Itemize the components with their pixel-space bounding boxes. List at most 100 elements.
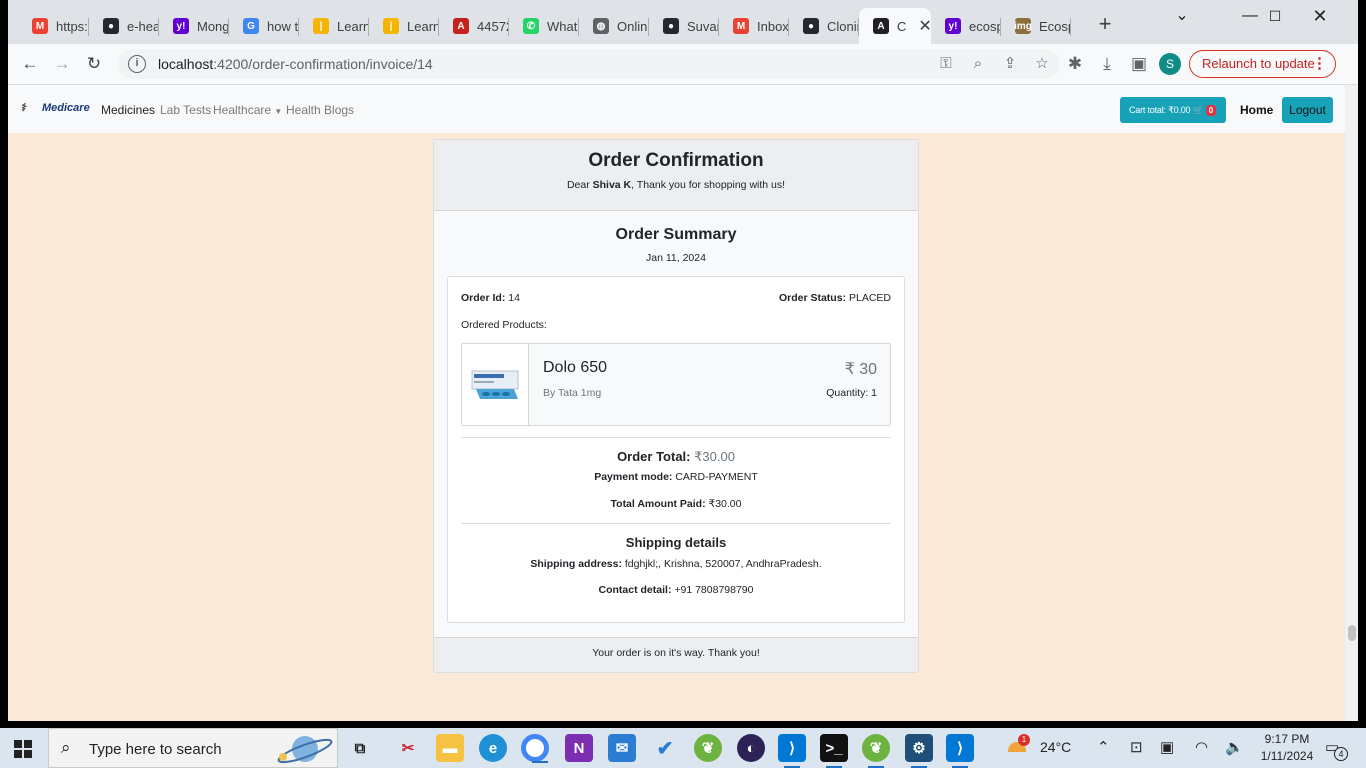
mysql-workbench-icon[interactable]: ⚙ [905, 734, 933, 768]
github-icon: ● [663, 18, 679, 34]
order-details-box: Order Id: 14 Order Status: PLACED Ordere… [447, 276, 905, 623]
security-icon[interactable]: ▣ [1160, 738, 1174, 756]
logout-button[interactable]: Logout [1282, 97, 1333, 123]
browser-tab[interactable]: ✆ What: [509, 12, 579, 40]
cart-count-badge: 0 [1205, 105, 1216, 116]
zoom-icon[interactable]: ⌕ [968, 54, 988, 74]
vscode-icon[interactable]: ⟩ [778, 734, 806, 768]
onenote-icon[interactable]: N [565, 734, 593, 762]
search-highlight-icon [277, 736, 333, 764]
medicine-pack-icon [471, 370, 519, 399]
browser-tab[interactable]: | Learn [369, 12, 439, 40]
task-view-icon[interactable]: ⧉ [346, 734, 374, 762]
weather-widget[interactable]: 1 24°C [1008, 734, 1072, 756]
url-text[interactable]: localhost:4200/order-confirmation/invoic… [158, 56, 433, 72]
close-tab-icon[interactable]: ✕ [918, 16, 931, 36]
new-tab-button[interactable]: + [1093, 12, 1117, 36]
volume-icon[interactable]: 🔈 [1225, 738, 1244, 756]
greeting-prefix: Dear [566, 179, 593, 191]
github-icon: ● [103, 18, 119, 34]
spring-tool-icon[interactable]: ❦ [862, 734, 890, 768]
browser-tab[interactable]: A 44572 [439, 12, 509, 40]
home-link[interactable]: Home [1240, 103, 1273, 117]
weather-sun-icon: 1 [1008, 734, 1030, 756]
share-icon[interactable]: ⇪ [1000, 54, 1020, 74]
vscode-icon[interactable]: ⟩ [946, 734, 974, 768]
address-bar[interactable]: i localhost:4200/order-confirmation/invo… [118, 49, 1060, 79]
gmail-icon: M [32, 18, 48, 34]
nav-health-blogs[interactable]: Health Blogs [286, 103, 354, 117]
card-header: Order Confirmation Dear Shiva K, Thank y… [434, 140, 918, 211]
browser-tab[interactable]: ● Suvar [649, 12, 719, 40]
download-icon[interactable]: ⤓ [1095, 52, 1119, 76]
tab-search-icon[interactable]: ⌄ [1160, 4, 1204, 28]
brand-logo[interactable]: ⚕ Medicare [20, 101, 90, 115]
browser-tab[interactable]: ● e-hea [89, 12, 159, 40]
ordered-products-label: Ordered Products: [461, 319, 547, 331]
order-total-value: ₹30.00 [694, 449, 735, 464]
chrome-icon[interactable] [521, 734, 549, 763]
extensions-icon[interactable]: ✱ [1063, 52, 1087, 76]
meet-now-icon[interactable]: ⊡ [1130, 738, 1143, 756]
profile-avatar[interactable]: S [1159, 53, 1181, 75]
img-icon: img [1014, 18, 1032, 34]
key-icon[interactable]: ⚿ [936, 54, 956, 74]
taskbar-search[interactable]: ⌕ Type here to search [48, 728, 338, 768]
side-panel-icon[interactable]: ▣ [1127, 52, 1151, 76]
taskbar-clock[interactable]: 9:17 PM 1/11/2024 [1252, 731, 1322, 765]
browser-tab[interactable]: ● Clonir [789, 12, 859, 40]
clock-time: 9:17 PM [1264, 732, 1310, 746]
scrollbar-thumb[interactable] [1348, 625, 1356, 641]
tab-label: 44572 [477, 18, 509, 34]
cart-total: Cart total: ₹0.00 [1129, 105, 1191, 115]
edge-icon[interactable]: e [479, 734, 507, 762]
caret-down-icon: ▼ [274, 107, 283, 116]
relaunch-button[interactable]: Relaunch to update ⋮ [1189, 50, 1336, 78]
terminal-icon[interactable]: >_ [820, 734, 848, 768]
menu-dots-icon[interactable]: ⋮ [1312, 51, 1327, 77]
close-window-button[interactable]: ✕ [1298, 4, 1342, 28]
maximize-button[interactable]: ☐ [1253, 4, 1297, 28]
site-info-icon[interactable]: i [128, 55, 146, 73]
reload-button[interactable]: ↻ [82, 52, 106, 76]
browser-tab[interactable]: ◍ Onlin [579, 12, 649, 40]
browser-tab[interactable]: Ghow t [229, 12, 299, 40]
mail-icon[interactable]: ✉ [608, 734, 636, 762]
weather-temp: 24°C [1040, 739, 1072, 755]
nav-healthcare[interactable]: Healthcare ▼ [213, 103, 282, 117]
tab-label: Learn [337, 18, 369, 34]
browser-tab[interactable]: | Learn [299, 12, 369, 40]
nav-healthcare-label: Healthcare [213, 103, 272, 117]
whatsapp-icon: ✆ [523, 18, 539, 34]
nav-medicines[interactable]: Medicines [101, 103, 155, 117]
cart-button[interactable]: Cart total: ₹0.00 🛒 0 [1120, 97, 1226, 123]
wifi-icon[interactable]: ◠ [1195, 738, 1208, 756]
back-button[interactable]: ← [18, 52, 42, 76]
bookmark-star-icon[interactable]: ☆ [1032, 54, 1052, 74]
forward-button[interactable]: → [50, 52, 74, 76]
spring-tool-icon[interactable]: ❦ [694, 734, 722, 762]
site-navbar: ⚕ Medicare Medicines Lab Tests Healthcare… [8, 85, 1345, 133]
todo-icon[interactable]: ✔ [651, 734, 679, 762]
snipping-tool-icon[interactable]: ✂ [394, 734, 422, 762]
nav-lab-tests[interactable]: Lab Tests [160, 103, 211, 117]
shipping-address: Shipping address: fdghjkl;, Krishna, 520… [448, 558, 904, 570]
browser-tab[interactable]: Mhttps: [18, 12, 89, 40]
product-name[interactable]: Dolo 650 [543, 359, 607, 377]
browser-tab[interactable]: y! Mong [159, 12, 229, 40]
browser-tab[interactable]: M Inbox [719, 12, 789, 40]
browser-tab[interactable]: A C ✕ [859, 8, 931, 44]
file-explorer-icon[interactable]: ▬ [436, 734, 464, 762]
browser-tab[interactable]: img Ecosp [1001, 12, 1071, 40]
tab-label: https: [56, 18, 88, 34]
windows-start-icon[interactable] [14, 740, 32, 758]
divider [461, 523, 891, 524]
tray-chevron-icon[interactable]: ⌃ [1097, 738, 1110, 756]
clock-date: 1/11/2024 [1260, 749, 1314, 763]
url-path: :4200/order-confirmation/invoice/14 [213, 56, 433, 72]
search-icon: ⌕ [61, 738, 71, 757]
eclipse-icon[interactable]: ◐ [737, 734, 765, 762]
browser-tab[interactable]: y! ecosp [931, 12, 1001, 40]
tab-label: Ecosp [1039, 18, 1071, 34]
notification-center-icon[interactable]: ▭ 4 [1325, 738, 1348, 761]
